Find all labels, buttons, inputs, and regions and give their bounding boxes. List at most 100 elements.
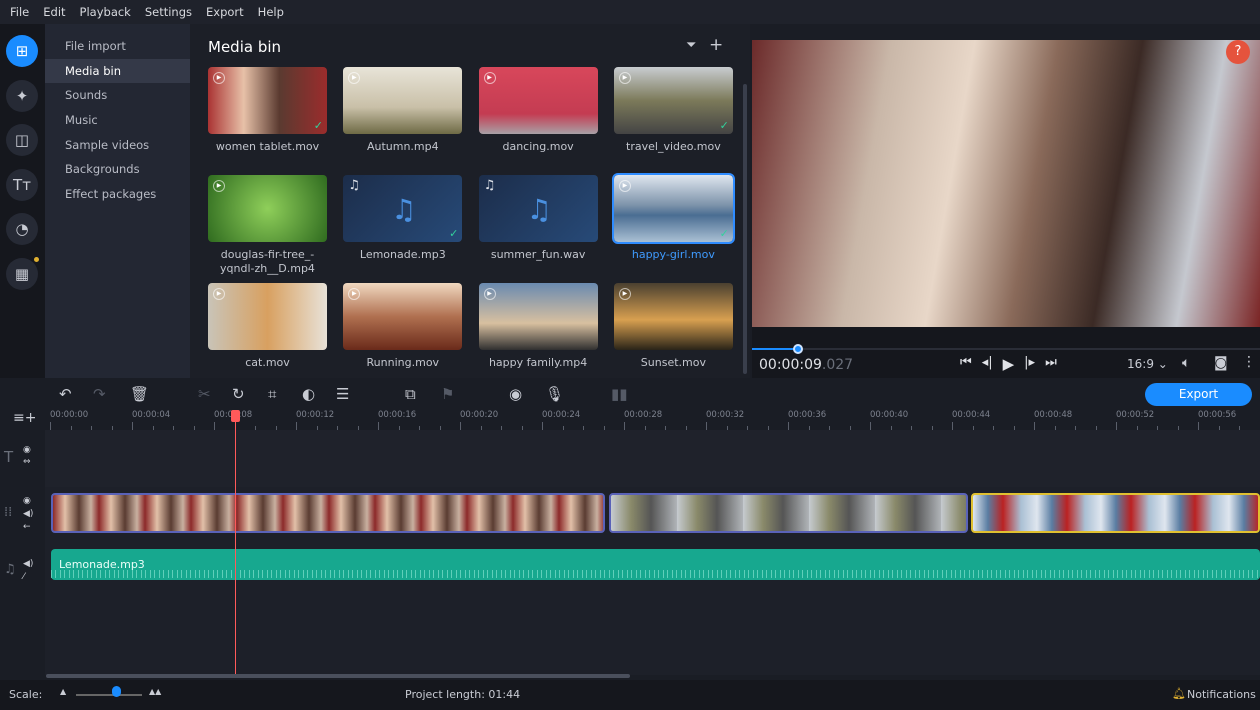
magic-wand-icon[interactable]: ✦ <box>6 79 38 112</box>
media-item[interactable]: ▶ Autumn.mp4 <box>343 67 463 154</box>
skip-start-icon[interactable]: ⏮ <box>960 355 972 373</box>
media-thumbnail[interactable]: ▶ <box>343 67 463 134</box>
aspect-ratio-select[interactable]: 16:9 ⌄ <box>1127 357 1168 371</box>
skip-end-icon[interactable]: ⏭ <box>1045 355 1057 373</box>
zoom-in-icon[interactable]: ▲▲ <box>149 687 161 696</box>
media-thumbnail[interactable]: ▶ <box>478 67 598 134</box>
video-clip-travel[interactable] <box>609 493 968 533</box>
media-thumbnail[interactable]: ▶ <box>208 175 327 242</box>
ruler-tick <box>624 422 625 430</box>
category-effect-packages[interactable]: Effect packages <box>45 182 190 207</box>
video-track-controls[interactable]: ◉ ◀) ← <box>23 495 33 534</box>
transitions-icon[interactable]: ◫ <box>6 124 38 156</box>
add-track-icon[interactable]: ≡+ <box>13 410 36 426</box>
step-forward-icon[interactable]: |▸ <box>1024 355 1035 373</box>
webcam-icon[interactable]: ◉ <box>509 385 522 403</box>
clip-properties-icon[interactable]: ☰ <box>336 385 349 403</box>
media-name: happy-girl.mov <box>631 248 715 261</box>
help-button[interactable]: ? <box>1226 40 1250 64</box>
scale-slider[interactable] <box>76 694 142 696</box>
category-sample-videos[interactable]: Sample videos <box>45 133 190 158</box>
ruler-tick <box>378 422 379 430</box>
export-button[interactable]: Export <box>1145 383 1252 406</box>
media-thumbnail[interactable]: ▶ <box>343 283 463 350</box>
category-backgrounds[interactable]: Backgrounds <box>45 157 190 182</box>
ruler-tick <box>50 422 51 430</box>
media-thumbnail[interactable]: ♫ ♫ <box>478 175 598 242</box>
media-item[interactable]: ▶ dancing.mov <box>478 67 598 154</box>
notifications-link[interactable]: Notifications <box>1187 688 1256 701</box>
undo-icon[interactable]: ↶ <box>59 385 72 403</box>
media-thumbnail[interactable]: ▶ <box>478 283 598 350</box>
timeline-ruler[interactable]: 00:00:0000:00:0400:00:0800:00:1200:00:16… <box>45 408 1260 430</box>
rotate-icon[interactable]: ↻ <box>232 385 245 403</box>
more-icon[interactable]: ⋮ <box>1242 354 1256 370</box>
media-item[interactable]: ♫ ♫ summer_fun.wav <box>478 175 598 262</box>
zoom-out-icon[interactable]: ▲ <box>60 687 66 696</box>
media-thumbnail[interactable]: ▶ <box>613 283 733 350</box>
scale-slider-handle[interactable] <box>111 686 121 697</box>
media-item[interactable]: ▶ ✓ women tablet.mov <box>208 67 327 154</box>
media-item[interactable]: ▶ Running.mov <box>343 283 463 370</box>
media-thumbnail[interactable]: ▶ ✓ <box>613 67 733 134</box>
media-item[interactable]: ▶ ✓ travel_video.mov <box>613 67 733 154</box>
seek-handle[interactable] <box>792 344 803 354</box>
ruler-tick <box>132 422 133 430</box>
seek-bar[interactable] <box>752 348 1260 350</box>
marker-icon[interactable]: ⚑ <box>441 385 454 403</box>
media-item[interactable]: ▶ Sunset.mov <box>613 283 733 370</box>
ruler-tick <box>542 422 543 430</box>
play-icon[interactable]: ▶ <box>1003 355 1015 373</box>
media-thumbnail[interactable]: ▶ ✓ <box>611 173 735 244</box>
delete-icon[interactable]: 🗑︎ <box>130 385 149 403</box>
overlay-icon[interactable]: ⧉ <box>405 385 416 403</box>
menu-playback[interactable]: Playback <box>80 5 131 19</box>
audio-track-controls[interactable]: ◀) ⁄ <box>23 558 33 584</box>
import-icon[interactable]: ⊞ <box>6 35 38 67</box>
media-thumbnail[interactable]: ▶ ✓ <box>208 67 327 134</box>
category-file-import[interactable]: File import <box>45 34 190 59</box>
bin-scrollbar[interactable] <box>743 84 747 374</box>
titles-icon[interactable]: Tт <box>6 168 38 201</box>
menu-file[interactable]: File <box>10 5 29 19</box>
media-thumbnail[interactable]: ♫ ♫ ✓ <box>343 175 463 242</box>
media-thumbnail[interactable]: ▶ <box>208 283 327 350</box>
add-icon[interactable]: + <box>709 35 723 55</box>
media-item[interactable]: ▶ cat.mov <box>208 283 327 370</box>
media-item[interactable]: ▶ douglas-fir-tree_-yqndl-zh__D.mp4 <box>208 175 327 276</box>
split-view-icon[interactable]: ▮▮ <box>611 385 628 403</box>
media-item[interactable]: ♫ ♫ ✓ Lemonade.mp3 <box>343 175 463 262</box>
microphone-icon[interactable]: 🎙︎ <box>545 385 564 403</box>
waveform <box>51 570 1260 578</box>
menu-help[interactable]: Help <box>258 5 284 19</box>
ruler-label: 00:00:32 <box>706 410 745 420</box>
bell-icon[interactable]: 🔔︎ <box>1172 687 1186 700</box>
step-back-icon[interactable]: ◂| <box>982 355 993 373</box>
category-music[interactable]: Music <box>45 108 190 133</box>
video-clip-women-tablet[interactable] <box>51 493 605 533</box>
track-visibility-icon[interactable]: ◉ ⇔ <box>23 444 31 468</box>
crop-icon[interactable]: ⌗ <box>268 385 276 403</box>
menu-export[interactable]: Export <box>206 5 244 19</box>
timeline-scrollbar[interactable] <box>46 674 630 678</box>
media-item[interactable]: ▶ happy family.mp4 <box>478 283 598 370</box>
playhead[interactable] <box>230 410 240 675</box>
video-clip-happy-girl[interactable] <box>971 493 1260 533</box>
audio-clip[interactable]: Lemonade.mp3 <box>51 549 1260 580</box>
menu-settings[interactable]: Settings <box>145 5 192 19</box>
category-media-bin[interactable]: Media bin <box>45 58 190 84</box>
cut-icon[interactable]: ✂ <box>198 385 211 403</box>
color-adjust-icon[interactable]: ◐ <box>302 385 315 403</box>
media-item[interactable]: ▶ ✓ happy-girl.mov <box>611 173 735 262</box>
redo-icon[interactable]: ↷ <box>93 385 106 403</box>
stickers-icon[interactable]: ◔ <box>6 213 38 245</box>
menu-edit[interactable]: Edit <box>43 5 65 19</box>
snapshot-icon[interactable]: ◙ <box>1214 355 1228 371</box>
filter-icon[interactable]: ⏷ <box>686 38 696 53</box>
volume-icon[interactable]: 🔈︎ <box>1182 355 1190 371</box>
media-name: douglas-fir-tree_-yqndl-zh__D.mp4 <box>220 248 315 275</box>
ruler-label: 00:00:36 <box>788 410 827 420</box>
more-tools-icon[interactable]: ▦ <box>6 257 38 290</box>
text-track[interactable] <box>45 430 1260 487</box>
category-sounds[interactable]: Sounds <box>45 83 190 108</box>
